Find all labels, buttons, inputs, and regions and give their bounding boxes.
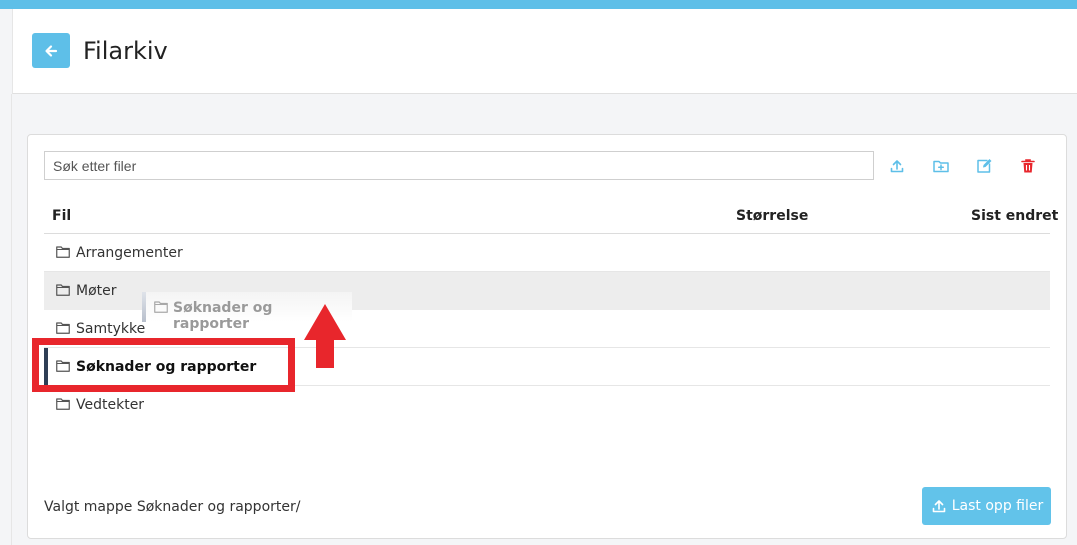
folder-icon [56, 246, 70, 258]
upload-files-label: Last opp filer [951, 498, 1044, 514]
column-header-modified[interactable]: Sist endret [971, 208, 1058, 224]
page-title: Filarkiv [83, 37, 168, 65]
edit-icon[interactable] [975, 157, 993, 175]
folder-name: Arrangementer [76, 245, 183, 261]
new-folder-icon[interactable] [932, 157, 950, 175]
folder-icon [56, 322, 70, 334]
left-sidebar-edge [0, 94, 12, 545]
red-up-arrow-icon [304, 304, 346, 368]
trash-icon[interactable] [1019, 157, 1037, 175]
page-header: Filarkiv [12, 9, 1077, 94]
arrow-left-icon [45, 44, 58, 57]
folder-icon [56, 398, 70, 410]
upload-icon[interactable] [888, 157, 906, 175]
search-input[interactable] [44, 151, 874, 180]
back-button[interactable] [32, 33, 70, 68]
drag-ghost-indicator [142, 292, 146, 322]
upload-files-button[interactable]: Last opp filer [922, 487, 1051, 525]
column-header-file[interactable]: Fil [52, 208, 71, 224]
column-header-size[interactable]: Størrelse [736, 208, 808, 224]
folder-row-arrangementer[interactable]: Arrangementer [44, 234, 1050, 272]
top-accent-bar [0, 0, 1077, 9]
selected-folder-path: Valgt mappe Søknader og rapporter/ [44, 499, 301, 515]
folder-icon [154, 301, 168, 313]
upload-icon [932, 500, 946, 513]
folder-name: Vedtekter [76, 397, 145, 413]
folder-name: Møter [76, 283, 117, 299]
folder-icon [56, 284, 70, 296]
folder-name: Samtykke [76, 321, 146, 337]
file-archive-panel: Fil Størrelse Sist endret Arrangementer … [27, 134, 1067, 539]
annotation-highlight-box [32, 338, 295, 392]
